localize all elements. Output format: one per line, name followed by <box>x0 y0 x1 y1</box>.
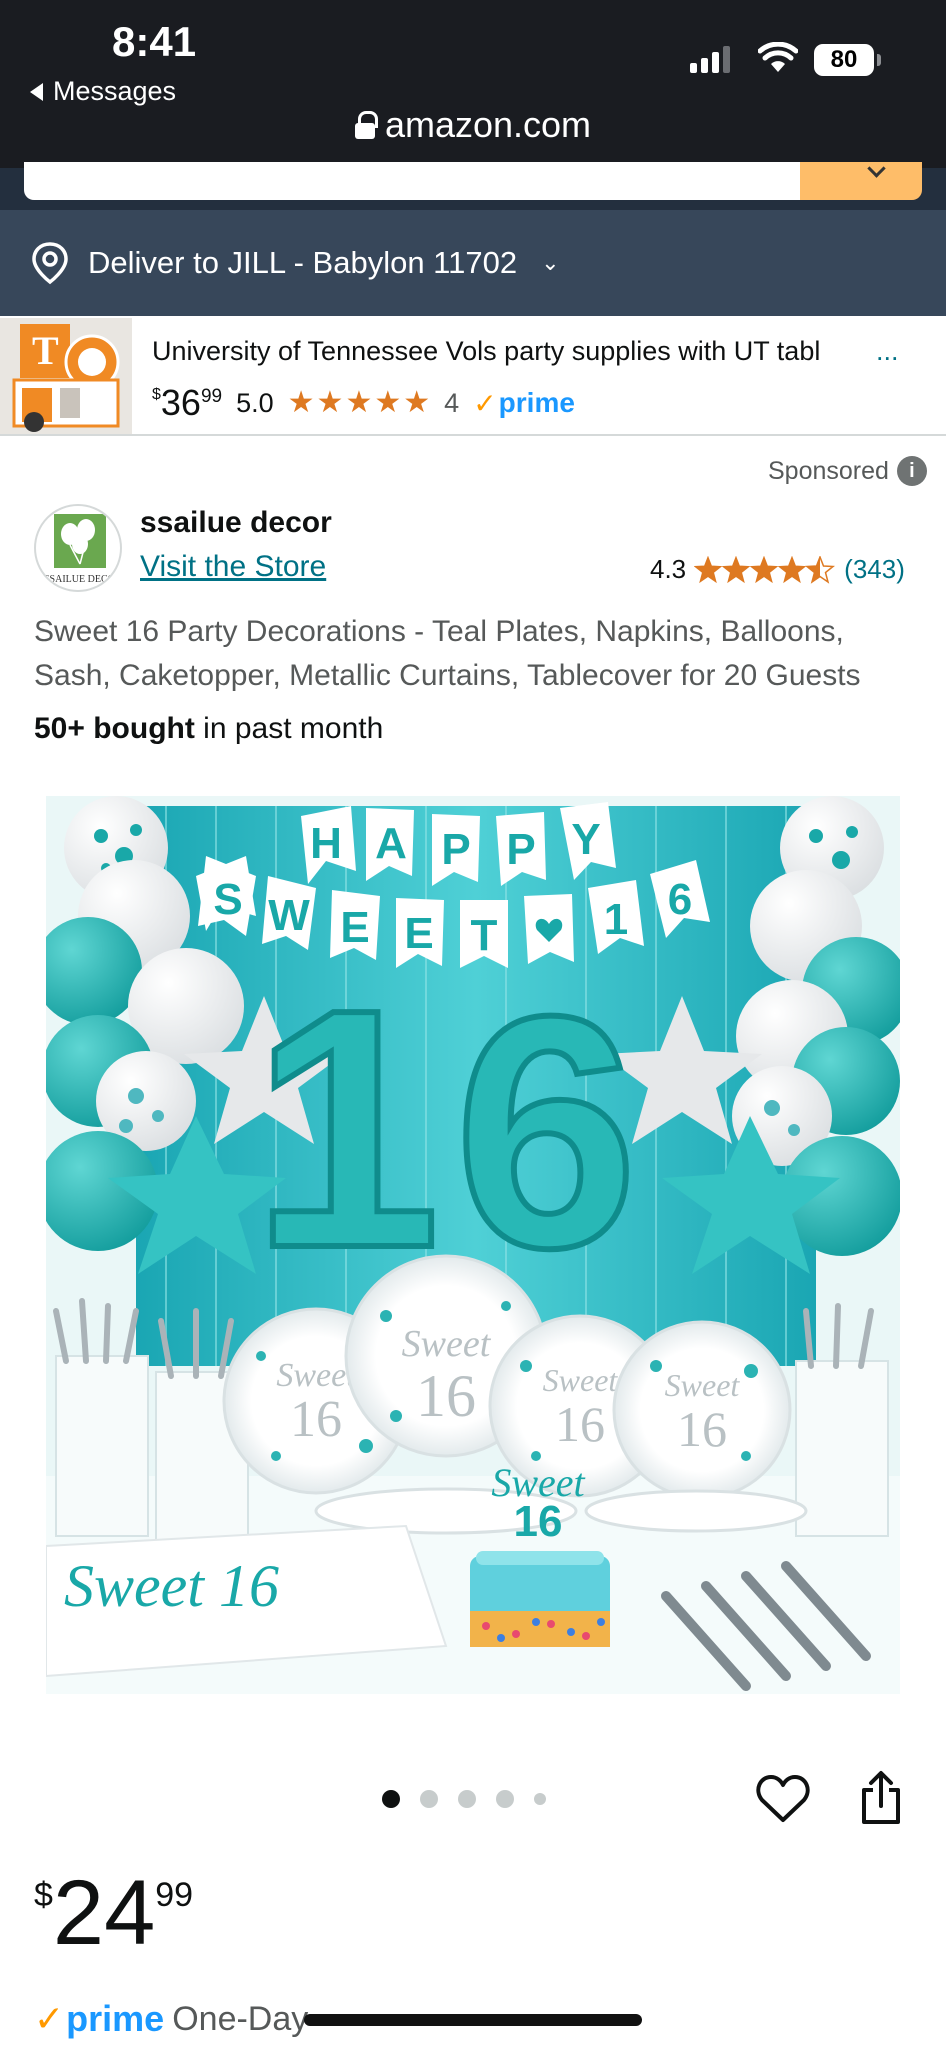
brand-logo[interactable]: SSAILUE DECOR <box>34 504 122 592</box>
lock-icon <box>354 111 378 139</box>
banner-letter: P <box>441 825 470 874</box>
ad-rating-value: 5.0 <box>236 387 274 418</box>
svg-text:16: 16 <box>677 1401 727 1457</box>
ad-review-count: 4 <box>444 387 460 418</box>
deliver-to-bar[interactable]: Deliver to JILL - Babylon 11702 ⌄ <box>0 210 946 316</box>
carousel-dot[interactable] <box>458 1790 476 1808</box>
sponsored-label[interactable]: Sponsored i <box>768 456 927 486</box>
ad-product-thumbnail[interactable]: T <box>0 318 132 434</box>
prime-badge: ✓ prime <box>34 1998 165 2039</box>
carousel-dot[interactable] <box>382 1790 400 1808</box>
carousel-dot[interactable] <box>496 1790 514 1808</box>
share-icon[interactable] <box>858 1770 904 1826</box>
sash-text: Sweet 16 <box>64 1553 279 1619</box>
location-pin-icon <box>32 242 68 285</box>
carousel-dot[interactable] <box>420 1790 438 1808</box>
svg-text:16: 16 <box>514 1497 563 1546</box>
back-label: Messages <box>53 76 177 106</box>
svg-text:Sweet: Sweet <box>402 1323 492 1365</box>
product-price: $ 24 99 <box>34 1862 194 1964</box>
svg-text:T: T <box>32 328 59 373</box>
battery-icon: 80 <box>814 44 881 76</box>
ad-title-ellipsis: ... <box>876 336 899 366</box>
banner-letter: 6 <box>668 875 692 924</box>
prime-delivery: ✓ prime One-Day <box>34 1998 308 2040</box>
prime-check-icon: ✓ <box>34 1998 65 2039</box>
banner-letter: 1 <box>604 895 628 944</box>
delivery-speed: One-Day <box>172 1999 309 2038</box>
visit-store-link[interactable]: Visit the Store <box>140 550 326 584</box>
wifi-icon <box>758 42 798 72</box>
sponsored-product-banner[interactable]: T University of Tennessee Vols party sup… <box>0 316 946 436</box>
back-to-messages[interactable]: Messages <box>30 76 176 107</box>
chevron-down-icon: ⌄ <box>541 250 560 275</box>
banner-letter: A <box>375 819 407 868</box>
prime-check-icon: ✓ <box>473 387 497 419</box>
product-rating[interactable]: 4.3 (343) <box>650 554 905 585</box>
ad-price: $3699 <box>152 382 223 423</box>
ad-product-title[interactable]: University of Tennessee Vols party suppl… <box>152 336 912 367</box>
banner-letter: S <box>213 875 242 924</box>
svg-text:16: 16 <box>416 1363 476 1429</box>
svg-text:16: 16 <box>555 1396 605 1452</box>
number-balloon-6: 6 <box>454 947 638 1316</box>
prime-badge: ✓ prime <box>473 387 575 419</box>
svg-text:16: 16 <box>290 1391 342 1448</box>
ad-product-meta: $3699 5.0 ★ ★ ★ ★ ★ 4 ✓ prime <box>152 382 575 424</box>
banner-letter: W <box>268 891 310 940</box>
svg-text:Sweet: Sweet <box>665 1367 741 1403</box>
star-rating-icon: ★ ★ ★ ★ ★ <box>287 386 431 419</box>
home-indicator[interactable] <box>304 2014 642 2026</box>
heart-icon[interactable] <box>756 1774 810 1824</box>
back-arrow-icon <box>30 82 43 101</box>
battery-level: 80 <box>830 46 858 73</box>
banner-letter: H <box>310 819 342 868</box>
svg-text:SSAILUE DECOR: SSAILUE DECOR <box>44 574 122 585</box>
brand-name: ssailue decor <box>140 506 332 539</box>
carousel-dot[interactable] <box>534 1793 546 1805</box>
image-carousel-dots[interactable] <box>382 1790 546 1808</box>
deliver-to-label: Deliver to JILL - Babylon 11702 <box>88 245 518 280</box>
ios-status-bar: 8:41 Messages 80 amazon.com <box>0 0 946 168</box>
clock: 8:41 <box>112 18 197 65</box>
info-icon[interactable]: i <box>896 456 927 486</box>
rating-value: 4.3 <box>650 554 687 584</box>
search-button[interactable] <box>800 162 922 200</box>
product-image[interactable]: H A P P Y S W E E T 1 6 1 6 Sweet 16 Swe… <box>46 796 900 1694</box>
star-rating-icon <box>694 555 834 583</box>
cellular-signal-icon <box>690 46 730 73</box>
svg-text:Sweet: Sweet <box>543 1362 619 1398</box>
url-text: amazon.com <box>384 104 592 145</box>
product-title[interactable]: Sweet 16 Party Decorations - Teal Plates… <box>34 610 914 698</box>
banner-letter: P <box>506 825 535 874</box>
review-count[interactable]: (343) <box>844 554 905 585</box>
search-input[interactable] <box>24 162 804 200</box>
address-bar[interactable]: amazon.com <box>0 104 946 146</box>
banner-letter: Y <box>571 815 600 864</box>
search-bar <box>0 162 946 210</box>
bought-in-past-month: 50+ bought in past month <box>34 712 384 745</box>
